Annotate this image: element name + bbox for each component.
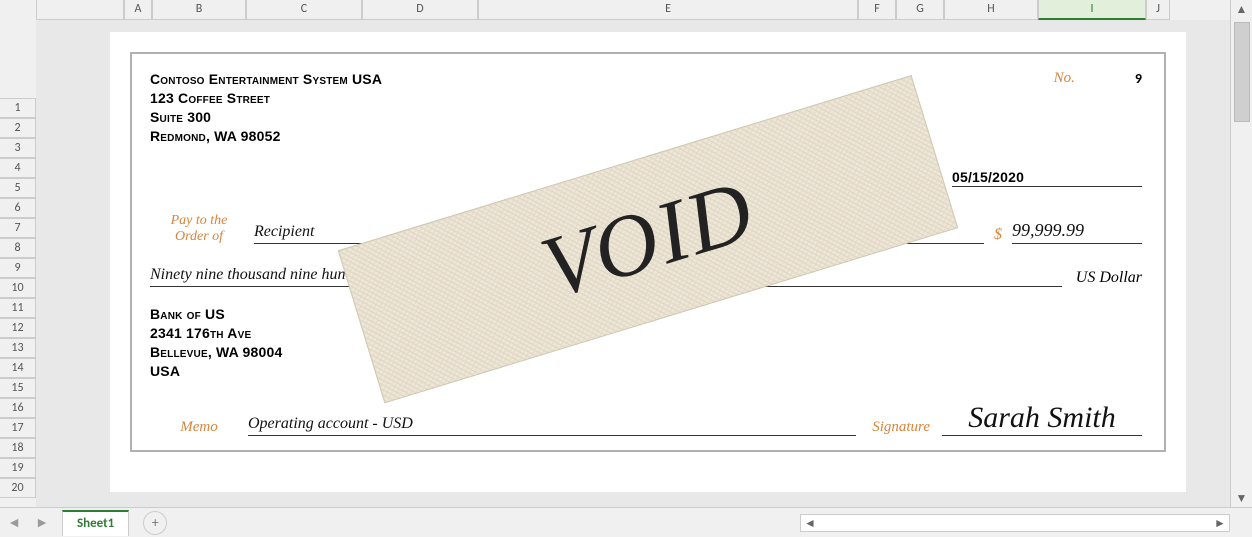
signature-label: Signature xyxy=(872,419,930,436)
bank-addr3: USA xyxy=(150,362,1142,381)
pay-to-line1: Pay to the xyxy=(150,213,248,228)
row-header[interactable]: 18 xyxy=(0,438,36,458)
row-header[interactable]: 3 xyxy=(0,138,36,158)
bank-addr1: 2341 176th Ave xyxy=(150,324,1142,343)
scroll-up-icon[interactable]: ▲ xyxy=(1233,0,1251,18)
row-header[interactable]: 17 xyxy=(0,418,36,438)
payer-addr2: Suite 300 xyxy=(150,108,382,127)
payer-name: Contoso Entertainment System USA xyxy=(150,70,382,89)
pay-to-line2: Order of xyxy=(150,229,248,244)
memo-field[interactable]: Operating account - USD xyxy=(248,415,856,436)
scroll-thumb[interactable] xyxy=(1234,22,1250,122)
memo-label: Memo xyxy=(150,419,248,436)
col-header-c[interactable]: C xyxy=(246,0,362,20)
pay-to-order-label: Pay to the Order of xyxy=(150,213,248,244)
row-header[interactable]: 15 xyxy=(0,378,36,398)
select-all-corner[interactable] xyxy=(0,0,36,20)
row-header[interactable]: 7 xyxy=(0,218,36,238)
currency-label: US Dollar xyxy=(1076,269,1142,287)
add-sheet-button[interactable]: + xyxy=(143,511,167,535)
date-value[interactable]: 05/15/2020 xyxy=(952,168,1142,188)
dollar-sign: $ xyxy=(994,226,1002,244)
signature-field[interactable]: Sarah Smith xyxy=(942,401,1142,436)
tab-nav-next-icon[interactable]: ► xyxy=(34,515,50,531)
row-header[interactable]: 11 xyxy=(0,298,36,318)
col-header-a[interactable]: A xyxy=(124,0,152,20)
col-header-j[interactable]: J xyxy=(1146,0,1170,20)
row-header[interactable]: 2 xyxy=(0,118,36,138)
row-header[interactable]: 8 xyxy=(0,238,36,258)
tab-nav-prev-icon[interactable]: ◄ xyxy=(6,515,22,531)
amount-words-field[interactable]: Ninety nine thousand nine hundred ninety… xyxy=(150,266,1062,287)
payer-block: Contoso Entertainment System USA 123 Cof… xyxy=(150,70,382,146)
scroll-left-icon[interactable]: ◄ xyxy=(801,515,819,531)
payer-addr3: Redmond, WA 98052 xyxy=(150,127,382,146)
col-header-b[interactable]: B xyxy=(152,0,246,20)
row-header[interactable]: 16 xyxy=(0,398,36,418)
check-number-value[interactable]: 9 xyxy=(1135,70,1142,87)
col-header-f[interactable]: F xyxy=(858,0,896,20)
row-header[interactable]: 20 xyxy=(0,478,36,498)
col-header-i[interactable]: I xyxy=(1038,0,1146,20)
col-gap xyxy=(36,0,124,20)
date-label: Date xyxy=(903,168,932,188)
bank-block: Bank of US 2341 176th Ave Bellevue, WA 9… xyxy=(150,305,1142,381)
print-area: Contoso Entertainment System USA 123 Cof… xyxy=(110,32,1186,492)
worksheet-grid[interactable]: Contoso Entertainment System USA 123 Cof… xyxy=(36,20,1230,507)
bank-addr2: Bellevue, WA 98004 xyxy=(150,343,1142,362)
bank-name: Bank of US xyxy=(150,305,1142,324)
check-number-label: No. xyxy=(1054,70,1075,87)
row-header[interactable]: 4 xyxy=(0,158,36,178)
sheet-tab-sheet1[interactable]: Sheet1 xyxy=(62,510,129,536)
scroll-track[interactable] xyxy=(1234,22,1250,485)
payee-field[interactable]: Recipient xyxy=(254,223,984,244)
row-header[interactable]: 9 xyxy=(0,258,36,278)
col-header-e[interactable]: E xyxy=(478,0,858,20)
col-header-h[interactable]: H xyxy=(944,0,1038,20)
scroll-right-icon[interactable]: ► xyxy=(1211,515,1229,531)
row-header[interactable]: 12 xyxy=(0,318,36,338)
vertical-scrollbar[interactable]: ▲ ▼ xyxy=(1230,0,1252,507)
row-header[interactable]: 5 xyxy=(0,178,36,198)
payer-addr1: 123 Coffee Street xyxy=(150,89,382,108)
row-header-bar: 1 2 3 4 5 6 7 8 9 10 11 12 13 14 15 16 1… xyxy=(0,20,36,498)
sheet-tab-bar: ◄ ► Sheet1 + ◄ ► xyxy=(0,507,1252,537)
row-header[interactable]: 6 xyxy=(0,198,36,218)
col-header-d[interactable]: D xyxy=(362,0,478,20)
scroll-down-icon[interactable]: ▼ xyxy=(1233,489,1251,507)
plus-icon: + xyxy=(152,514,159,531)
row-header[interactable]: 10 xyxy=(0,278,36,298)
check-template: Contoso Entertainment System USA 123 Cof… xyxy=(130,52,1166,452)
row-header[interactable]: 19 xyxy=(0,458,36,478)
horizontal-scrollbar[interactable]: ◄ ► xyxy=(800,514,1230,532)
row-header[interactable]: 13 xyxy=(0,338,36,358)
column-header-bar: A B C D E F G H I J xyxy=(0,0,1170,20)
row-header[interactable]: 14 xyxy=(0,358,36,378)
row-header[interactable]: 1 xyxy=(0,98,36,118)
col-header-g[interactable]: G xyxy=(896,0,944,20)
amount-numeric-field[interactable]: 99,999.99 xyxy=(1012,220,1142,244)
